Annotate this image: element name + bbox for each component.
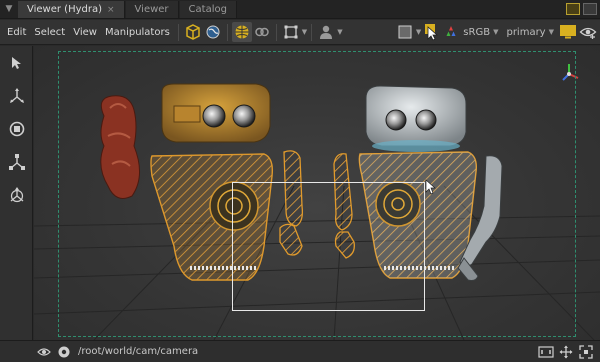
frame-icon[interactable] [281,22,301,42]
pointer-highlight-icon[interactable] [421,22,441,42]
eye-icon[interactable] [34,342,54,362]
person-icon[interactable] [316,22,336,42]
link-icon[interactable] [252,22,272,42]
chevron-down-icon[interactable]: ▼ [302,28,307,36]
maximize-pane-button[interactable] [566,3,580,15]
grid-sphere-icon[interactable] [231,22,252,42]
select-arrow-icon[interactable] [0,46,33,79]
tab-label: Viewer (Hydra) [27,4,102,15]
tab-viewer-hydra[interactable]: Viewer (Hydra) × [18,1,125,18]
float-pane-button[interactable] [583,3,597,15]
tab-bar: ▼ Viewer (Hydra) × Viewer Catalog [0,0,600,19]
menu-select[interactable]: Select [30,27,69,38]
viewer-status-bar: /root/world/cam/camera [0,340,600,362]
monitor-icon[interactable] [558,22,578,42]
aspect-ratio-icon[interactable] [536,342,556,362]
menu-edit[interactable]: Edit [3,27,30,38]
chevron-down-icon[interactable]: ▼ [549,28,554,36]
display-select[interactable]: primary [504,27,547,38]
camera-lens-icon[interactable] [54,342,74,362]
left-tool-shelf [0,46,33,340]
tab-label: Catalog [188,4,227,15]
menu-manipulators[interactable]: Manipulators [101,27,174,38]
tab-label: Viewer [134,4,169,15]
fit-view-icon[interactable] [576,342,596,362]
translate-icon[interactable] [0,79,33,112]
chevron-down-icon[interactable]: ▼ [493,28,498,36]
separator [275,23,277,41]
camera-path[interactable]: /root/world/cam/camera [78,346,198,357]
close-icon[interactable]: × [107,5,115,15]
chevron-down-icon[interactable]: ▼ [337,28,342,36]
separator [226,23,228,41]
menu-view[interactable]: View [69,27,101,38]
globe-icon[interactable] [203,22,223,42]
hydra-viewport[interactable] [34,46,600,340]
marquee-selection-rect [232,182,425,311]
tab-viewer[interactable]: Viewer [125,1,179,18]
tab-menu-icon[interactable]: ▼ [0,0,18,18]
separator [177,23,179,41]
cube-icon[interactable] [183,22,203,42]
colorspace-select[interactable]: sRGB [461,27,492,38]
transform-icon[interactable] [0,178,33,211]
scale-icon[interactable] [0,145,33,178]
viewer-toolbar: Edit Select View Manipulators ▼ ▼ ▼ sRGB… [0,20,600,45]
rgb-icon[interactable] [441,22,461,42]
pan-move-icon[interactable] [556,342,576,362]
separator [311,23,313,41]
tab-catalog[interactable]: Catalog [179,1,237,18]
eye-hidden-icon[interactable] [578,22,598,42]
shading-icon[interactable] [395,22,415,42]
rotate-icon[interactable] [0,112,33,145]
